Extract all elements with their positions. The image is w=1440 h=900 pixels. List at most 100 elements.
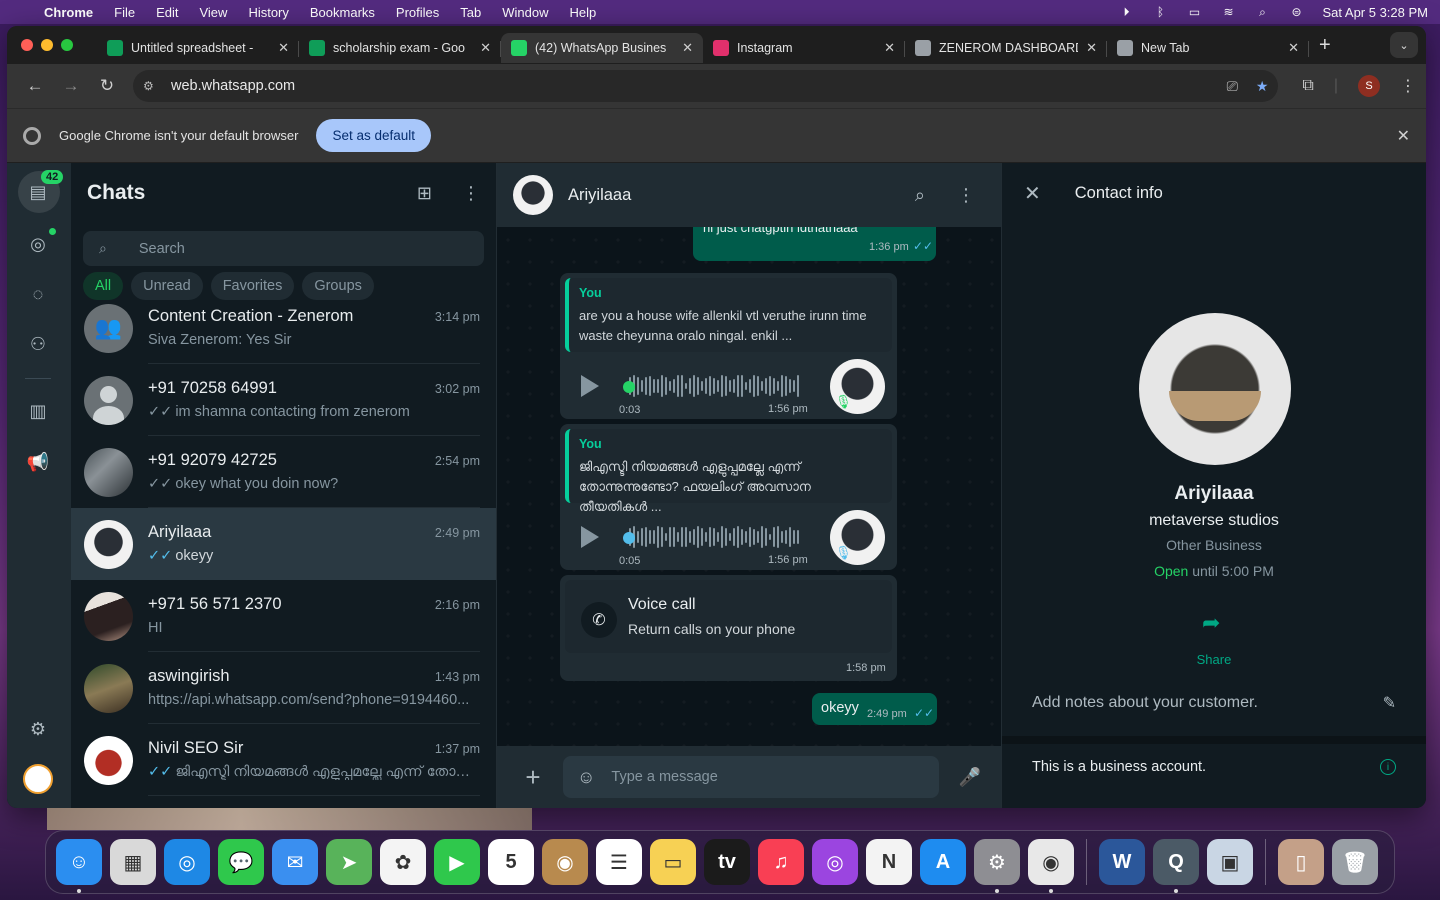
dock-finder-icon[interactable]: ☺: [56, 839, 102, 893]
dock-system-settings-icon[interactable]: ⚙: [974, 839, 1020, 893]
bluetooth-icon[interactable]: ᛒ: [1152, 5, 1168, 19]
wifi-icon[interactable]: ≋: [1220, 5, 1236, 19]
chat-list-item[interactable]: Ariyilaaa 2:49 pm ✓✓ okeyy: [71, 508, 496, 580]
menu-history[interactable]: History: [248, 5, 288, 20]
emoji-icon[interactable]: ☺: [577, 767, 595, 788]
share-arrow-icon[interactable]: ➦: [1202, 610, 1220, 636]
install-app-icon[interactable]: ⎚: [1227, 78, 1238, 95]
dock-facetime-icon[interactable]: ▶: [434, 839, 480, 885]
chat-avatar[interactable]: [84, 519, 133, 569]
dock-podcasts-icon[interactable]: ◎: [812, 839, 858, 885]
reload-icon[interactable]: ↻: [89, 76, 125, 96]
dock-launchpad-icon[interactable]: ▦: [110, 839, 156, 885]
conversation-contact-name[interactable]: Ariyilaaa: [568, 186, 631, 205]
share-button[interactable]: Share: [1002, 652, 1426, 667]
voice-call-bubble[interactable]: ✆ Voice call Return calls on your phone …: [560, 575, 897, 681]
close-tab-icon[interactable]: ✕: [1288, 40, 1299, 56]
conversation-menu-kebab-icon[interactable]: ⋮: [957, 185, 975, 206]
voice-waveform[interactable]: [625, 525, 805, 549]
voice-waveform[interactable]: [625, 374, 805, 398]
close-tab-icon[interactable]: ✕: [278, 40, 289, 56]
spotlight-search-icon[interactable]: ⌕: [1254, 5, 1270, 19]
new-chat-icon[interactable]: ⊞: [417, 183, 432, 204]
tab-search-chevron-icon[interactable]: ⌄: [1390, 32, 1418, 58]
profile-avatar[interactable]: S: [1358, 75, 1380, 97]
extensions-puzzle-icon[interactable]: ⧉: [1302, 77, 1313, 95]
site-info-icon[interactable]: ⚙: [143, 79, 161, 93]
play-voice-icon[interactable]: [581, 526, 599, 548]
quoted-message[interactable]: You are you a house wife allenkil vtl ve…: [565, 278, 892, 352]
menu-profiles[interactable]: Profiles: [396, 5, 439, 20]
chat-list-item[interactable]: +971 56 571 2370 2:16 pm HI: [71, 580, 496, 652]
chat-avatar[interactable]: [84, 375, 133, 425]
dock-trash-icon[interactable]: 🗑: [1332, 839, 1378, 885]
advertise-megaphone-icon[interactable]: 📢: [25, 449, 51, 475]
close-window-button[interactable]: [21, 39, 33, 51]
dock-news-icon[interactable]: N: [866, 839, 912, 885]
forward-arrow-icon[interactable]: →: [53, 76, 89, 96]
control-center-icon[interactable]: ⊜: [1288, 5, 1304, 19]
battery-icon[interactable]: ▭: [1186, 5, 1202, 19]
menu-tab[interactable]: Tab: [460, 5, 481, 20]
dock-photos-icon[interactable]: ✿: [380, 839, 426, 885]
chat-list-item[interactable]: +91 70258 64991 3:02 pm ✓✓ im shamna contac…: [71, 364, 496, 436]
address-bar[interactable]: ⚙ web.whatsapp.com ⎚ ★: [133, 70, 1279, 102]
close-tab-icon[interactable]: ✕: [682, 40, 693, 56]
communities-icon[interactable]: ⚇: [25, 331, 51, 357]
info-icon[interactable]: i: [1380, 759, 1396, 775]
browser-tab[interactable]: ZENEROM DASHBOARD ✕: [905, 33, 1107, 63]
voice-message-bubble[interactable]: You are you a house wife allenkil vtl ve…: [560, 273, 897, 419]
menu-view[interactable]: View: [199, 5, 227, 20]
dock-maps-icon[interactable]: ➤: [326, 839, 372, 885]
dock-notes-icon[interactable]: ▭: [650, 839, 696, 885]
dock-downloads-stack-icon[interactable]: ▯: [1278, 839, 1324, 885]
settings-gear-icon[interactable]: ⚙: [25, 716, 51, 742]
browser-tab[interactable]: Untitled spreadsheet - ✕: [97, 33, 299, 63]
chat-avatar[interactable]: [84, 591, 133, 641]
call-card[interactable]: ✆ Voice call Return calls on your phone: [565, 580, 892, 653]
play-circle-icon[interactable]: ⏵: [1118, 5, 1134, 19]
chat-avatar[interactable]: 👥: [84, 303, 133, 353]
dock-word-icon[interactable]: W: [1099, 839, 1145, 885]
menu-help[interactable]: Help: [570, 5, 597, 20]
close-icon[interactable]: ✕: [1397, 126, 1410, 146]
new-tab-button[interactable]: +: [1319, 34, 1331, 57]
dock-contacts-icon[interactable]: ◉: [542, 839, 588, 885]
dock-messages-icon[interactable]: 💬: [218, 839, 264, 885]
menu-window[interactable]: Window: [502, 5, 548, 20]
browser-tab[interactable]: New Tab ✕: [1107, 33, 1309, 63]
voice-message-bubble[interactable]: You ജിഎസ്ടി നിയമങ്ങൾ എളുപ്പമല്ലേ എന്ന് ത…: [560, 424, 897, 570]
close-tab-icon[interactable]: ✕: [884, 40, 895, 56]
edit-pencil-icon[interactable]: ✎: [1383, 693, 1396, 713]
contact-avatar[interactable]: [513, 175, 553, 215]
business-tools-store-icon[interactable]: ▥: [25, 398, 51, 424]
voice-progress-knob[interactable]: [623, 532, 635, 544]
search-messages-icon[interactable]: ⌕: [915, 185, 925, 206]
dock-app-store-icon[interactable]: A: [920, 839, 966, 885]
business-account-row[interactable]: This is a business account. i: [1032, 759, 1396, 775]
business-hours[interactable]: Open until 5:00 PM: [1002, 563, 1426, 579]
customer-notes[interactable]: Add notes about your customer. ✎: [1032, 693, 1396, 713]
close-tab-icon[interactable]: ✕: [480, 40, 491, 56]
profile-photo-avatar[interactable]: [23, 764, 53, 794]
play-voice-icon[interactable]: [581, 375, 599, 397]
dock-music-icon[interactable]: ♫: [758, 839, 804, 885]
attach-plus-icon[interactable]: +: [513, 762, 553, 793]
chat-list-item[interactable]: aswingirish 1:43 pm https://api.whatsapp.c…: [71, 652, 496, 724]
menu-file[interactable]: File: [114, 5, 135, 20]
dock-preview-icon[interactable]: ▣: [1207, 839, 1253, 885]
minimize-window-button[interactable]: [41, 39, 53, 51]
chat-list-item[interactable]: 👥 Content Creation - Zenerom 3:14 pm Siva Z…: [71, 292, 496, 364]
chat-avatar[interactable]: [84, 447, 133, 497]
menu-edit[interactable]: Edit: [156, 5, 178, 20]
bookmark-star-icon[interactable]: ★: [1256, 78, 1269, 95]
menu-app-name[interactable]: Chrome: [44, 5, 93, 20]
dock-quicktime-icon[interactable]: Q: [1153, 839, 1199, 893]
dock-reminders-icon[interactable]: ☰: [596, 839, 642, 885]
zoom-window-button[interactable]: [61, 39, 73, 51]
quoted-message[interactable]: You ജിഎസ്ടി നിയമങ്ങൾ എളുപ്പമല്ലേ എന്ന് ത…: [565, 429, 892, 514]
chrome-menu-kebab-icon[interactable]: ⋮: [1400, 76, 1416, 96]
chat-avatar[interactable]: [84, 735, 133, 785]
browser-tab[interactable]: (42) WhatsApp Busines ✕: [501, 33, 703, 63]
chat-avatar[interactable]: [84, 663, 133, 713]
